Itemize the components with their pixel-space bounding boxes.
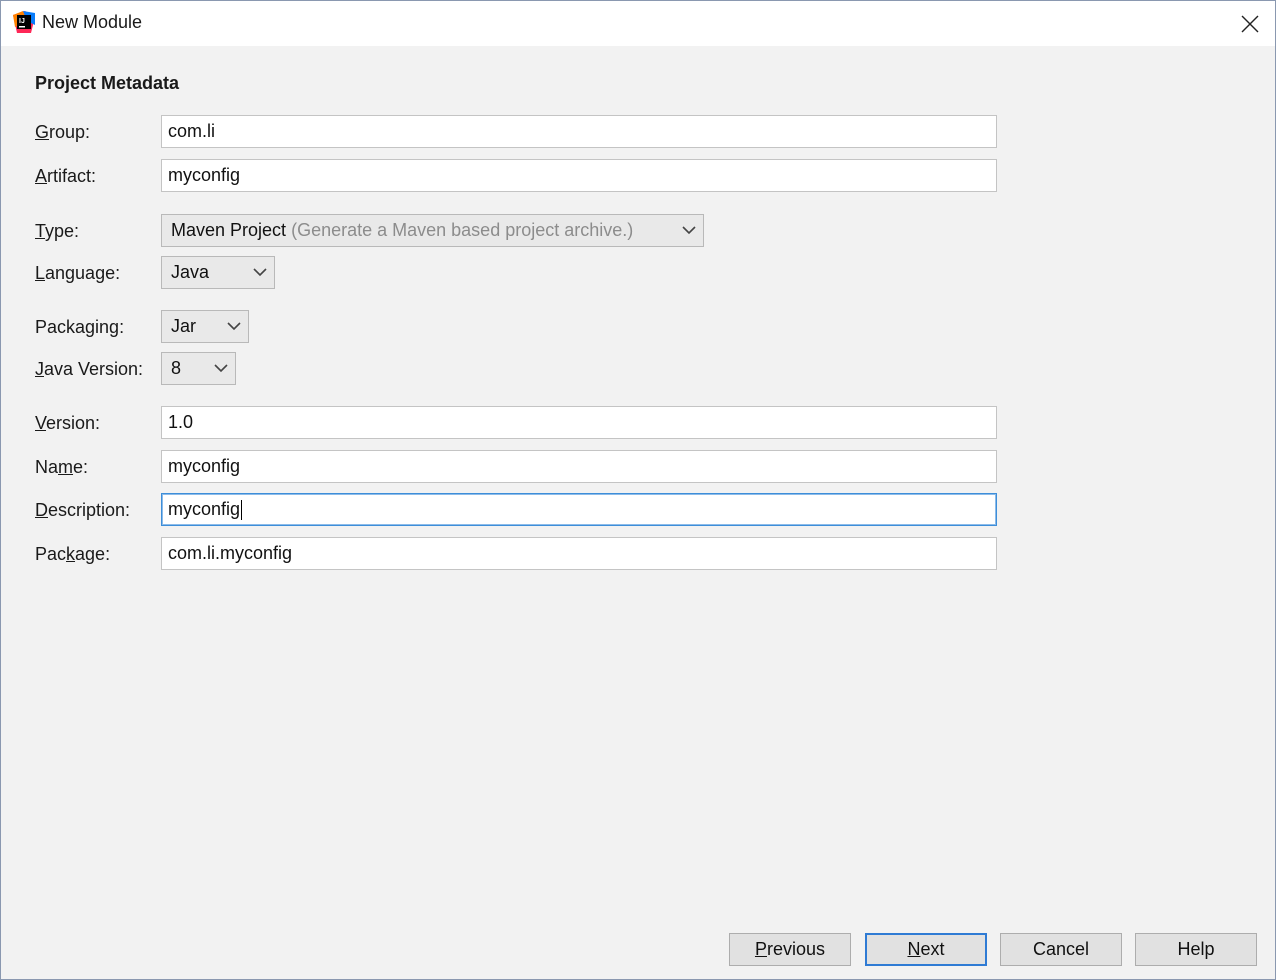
packaging-select[interactable]: Jar: [161, 310, 249, 343]
chevron-down-icon: [253, 268, 267, 277]
chevron-down-icon: [227, 322, 241, 331]
artifact-input[interactable]: myconfig: [161, 159, 997, 192]
close-icon: [1241, 15, 1259, 33]
java-version-select[interactable]: 8: [161, 352, 236, 385]
java-version-label: Java Version:: [35, 359, 144, 379]
name-input[interactable]: myconfig: [161, 450, 997, 483]
language-select[interactable]: Java: [161, 256, 275, 289]
title-bar: IJ New Module: [1, 1, 1275, 46]
next-button[interactable]: Next: [865, 933, 987, 966]
previous-button[interactable]: Previous: [729, 933, 851, 966]
description-input[interactable]: myconfig: [161, 493, 997, 526]
intellij-idea-icon: IJ: [13, 11, 35, 33]
type-select[interactable]: Maven Project (Generate a Maven based pr…: [161, 214, 704, 247]
group-input[interactable]: com.li: [161, 115, 997, 148]
language-label: Language:: [35, 263, 121, 283]
new-module-dialog: IJ New Module Project Metadata Group: co…: [0, 0, 1276, 980]
group-label: Group:: [35, 122, 91, 142]
package-label: Package:: [35, 544, 111, 564]
version-label: Version:: [35, 413, 101, 433]
text-caret: [241, 500, 243, 521]
description-label: Description:: [35, 500, 131, 520]
chevron-down-icon: [214, 364, 228, 373]
version-input[interactable]: 1.0: [161, 406, 997, 439]
packaging-label: Packaging:: [35, 317, 125, 337]
close-button[interactable]: [1233, 8, 1267, 40]
artifact-label: Artifact:: [35, 166, 97, 186]
type-label: Type:: [35, 221, 80, 241]
package-input[interactable]: com.li.myconfig: [161, 537, 997, 570]
window-title: New Module: [42, 12, 143, 32]
cancel-button[interactable]: Cancel: [1000, 933, 1122, 966]
chevron-down-icon: [682, 226, 696, 235]
name-label: Name:: [35, 457, 89, 477]
section-title: Project Metadata: [35, 73, 180, 93]
svg-text:IJ: IJ: [19, 18, 25, 25]
help-button[interactable]: Help: [1135, 933, 1257, 966]
